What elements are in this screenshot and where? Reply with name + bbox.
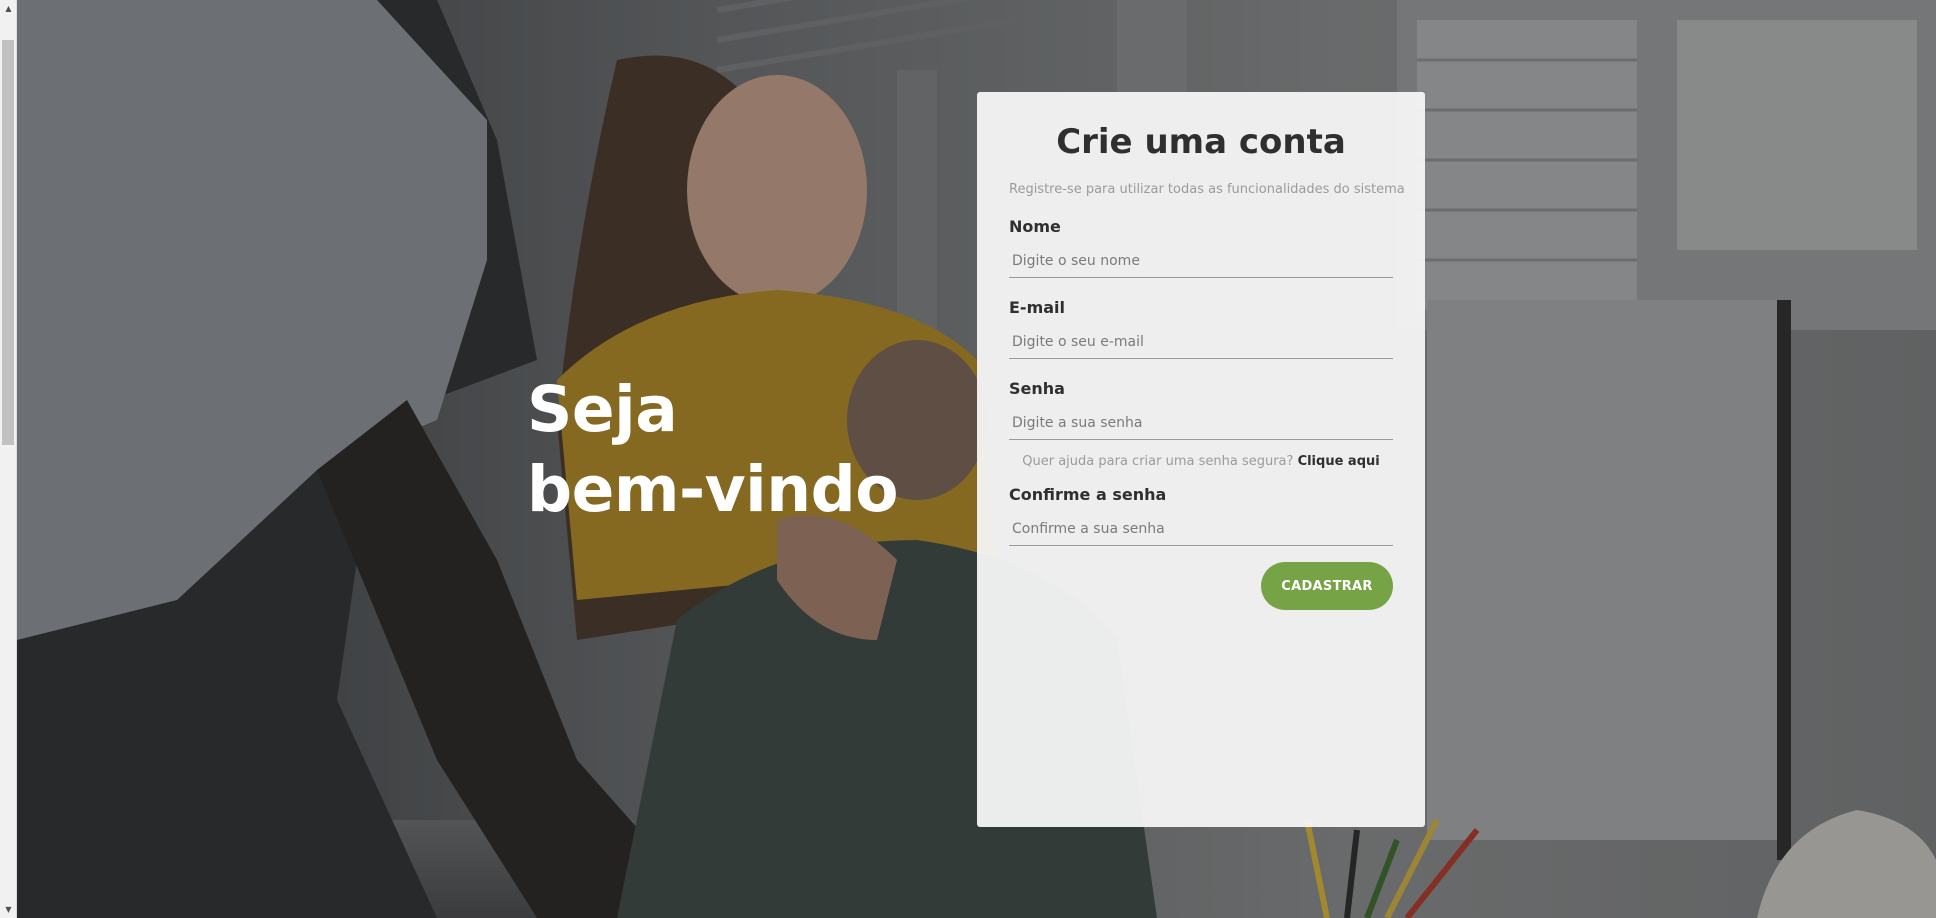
confirm-password-input[interactable] <box>1009 512 1393 546</box>
welcome-line-2: bem-vindo <box>527 453 899 526</box>
name-label: Nome <box>1009 217 1061 236</box>
email-field-group: E-mail <box>1009 298 1393 359</box>
signup-card: Crie uma conta Registre-se para utilizar… <box>977 92 1425 827</box>
welcome-heading: Seja bem-vindo <box>527 370 899 530</box>
email-input[interactable] <box>1009 325 1393 359</box>
name-field-group: Nome <box>1009 217 1393 278</box>
password-help: Quer ajuda para criar uma senha segura? … <box>1009 454 1393 469</box>
password-label: Senha <box>1009 379 1065 398</box>
password-help-link[interactable]: Clique aqui <box>1298 454 1380 469</box>
scroll-down-icon[interactable]: ▼ <box>0 901 17 918</box>
password-help-text: Quer ajuda para criar uma senha segura? <box>1022 454 1294 469</box>
vertical-scrollbar[interactable]: ▲ ▼ <box>0 0 17 918</box>
register-button[interactable]: CADASTRAR <box>1261 562 1393 610</box>
scroll-up-icon[interactable]: ▲ <box>0 0 17 17</box>
name-input[interactable] <box>1009 244 1393 278</box>
confirm-field-group: Confirme a senha <box>1009 485 1393 546</box>
scroll-thumb[interactable] <box>2 40 14 445</box>
password-field-group: Senha <box>1009 379 1393 440</box>
form-title: Crie uma conta <box>1056 122 1346 162</box>
password-input[interactable] <box>1009 406 1393 440</box>
confirm-password-label: Confirme a senha <box>1009 485 1167 504</box>
form-subtitle: Registre-se para utilizar todas as funci… <box>1009 182 1405 197</box>
form-actions: CADASTRAR <box>1009 562 1393 610</box>
welcome-line-1: Seja <box>527 373 678 446</box>
email-label: E-mail <box>1009 298 1066 317</box>
page-viewport: ▲ ▼ Seja bem-vindo Crie uma conta Regist… <box>0 0 1936 918</box>
